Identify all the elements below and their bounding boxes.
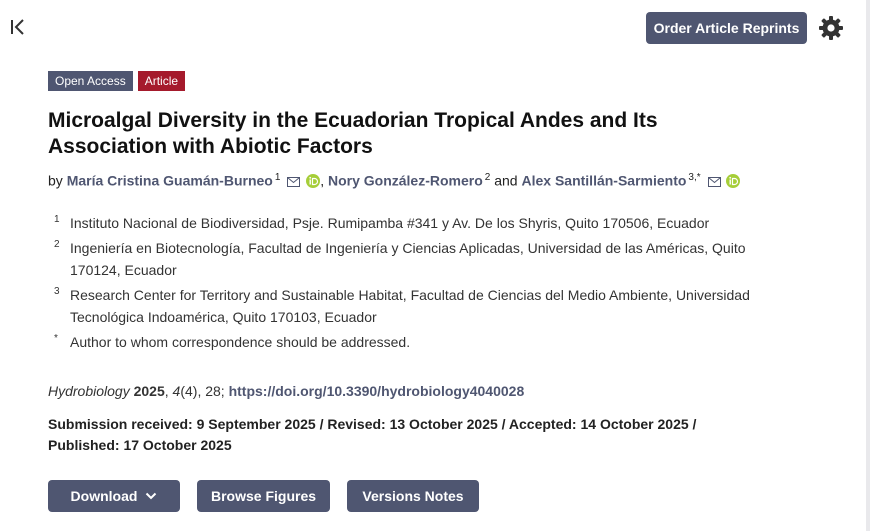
orcid-icon[interactable] [726, 173, 741, 188]
publication-dates: Submission received: 9 September 2025 / … [48, 416, 697, 453]
article-title: Microalgal Diversity in the Ecuadorian T… [48, 109, 658, 158]
affiliation-number: 2 [54, 239, 60, 250]
by-label: by [48, 172, 63, 189]
download-button[interactable]: Download [48, 480, 180, 512]
author-link[interactable]: María Cristina Guamán-Burneo [67, 173, 273, 189]
browse-figures-button[interactable]: Browse Figures [197, 480, 330, 512]
download-label: Download [70, 488, 138, 504]
author-affiliation-sup: 1 [274, 172, 281, 183]
author-link[interactable]: Nory González-Romero [328, 173, 483, 189]
affiliation-number: 3 [54, 286, 60, 297]
affiliations-list: 1 Instituto Nacional de Biodiversidad, P… [54, 212, 794, 356]
citation-line: Hydrobiology 2025, 4(4), 28; https://doi… [48, 383, 525, 399]
affiliation-number: * [54, 333, 58, 344]
open-access-badge[interactable]: Open Access [48, 71, 133, 91]
affiliation-text: Research Center for Territory and Sustai… [70, 287, 750, 325]
affiliation-item: 3 Research Center for Territory and Sust… [54, 284, 794, 328]
article-type-badge: Article [137, 71, 186, 91]
article-badges: Open Access Article [48, 71, 186, 91]
author-affiliation-sup: 3,* [688, 172, 701, 183]
collapse-sidebar-button[interactable] [8, 17, 28, 37]
chevron-down-icon [146, 492, 157, 500]
affiliation-text: Instituto Nacional de Biodiversidad, Psj… [70, 215, 710, 231]
citation-year: 2025 [133, 383, 165, 399]
order-reprints-button[interactable]: Order Article Reprints [646, 12, 807, 44]
author-link[interactable]: Alex Santillán-Sarmiento [521, 173, 686, 189]
journal-name: Hydrobiology [48, 383, 130, 399]
affiliation-number: 1 [54, 214, 60, 225]
citation-issue-pages: (4), 28; [180, 383, 225, 399]
affiliation-item: 1 Instituto Nacional de Biodiversidad, P… [54, 212, 794, 234]
affiliation-item: 2 Ingeniería en Biotecnología, Facultad … [54, 237, 794, 281]
mail-icon[interactable] [707, 176, 721, 187]
collapse-left-icon [11, 19, 24, 35]
and-label: and [494, 172, 518, 189]
scrollbar-track[interactable] [866, 0, 870, 531]
versions-notes-button[interactable]: Versions Notes [347, 480, 479, 512]
author-affiliation-sup: 2 [484, 172, 491, 183]
settings-button[interactable] [818, 15, 844, 41]
affiliation-item: * Author to whom correspondence should b… [54, 331, 794, 353]
doi-link[interactable]: https://doi.org/10.3390/hydrobiology4040… [229, 383, 525, 399]
mail-icon[interactable] [287, 176, 301, 187]
gear-icon [819, 16, 843, 40]
affiliation-text: Ingeniería en Biotecnología, Facultad de… [70, 240, 746, 278]
author-list: by María Cristina Guamán-Burneo 1 , Nory … [48, 172, 741, 189]
orcid-icon[interactable] [306, 173, 321, 188]
affiliation-text: Author to whom correspondence should be … [70, 334, 411, 350]
